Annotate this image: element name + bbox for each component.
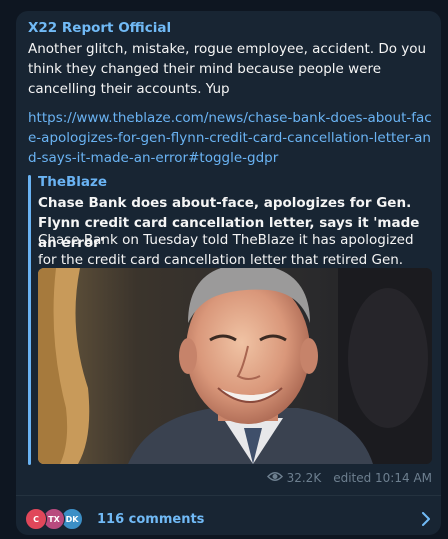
commenter-avatars: C TX DK [25, 508, 87, 530]
avatar: C [25, 508, 47, 530]
message-meta: 32.2K edited 10:14 AM [266, 471, 432, 485]
link-preview-site-name: TheBlaze [38, 174, 108, 190]
message-bubble: X22 Report Official Another glitch, mist… [16, 11, 441, 535]
channel-name[interactable]: X22 Report Official [28, 20, 171, 36]
comments-button[interactable]: C TX DK 116 comments [16, 496, 441, 535]
edited-timestamp: edited 10:14 AM [333, 471, 432, 485]
chevron-right-icon[interactable] [421, 511, 431, 530]
post-text: Another glitch, mistake, rogue employee,… [28, 41, 431, 97]
article-link[interactable]: https://www.theblaze.com/news/chase-bank… [28, 108, 433, 168]
eye-icon [266, 471, 283, 485]
comments-count-label[interactable]: 116 comments [97, 512, 204, 527]
link-preview-accent-bar [28, 175, 31, 465]
view-count: 32.2K [286, 471, 322, 485]
link-preview-image[interactable] [38, 268, 432, 464]
